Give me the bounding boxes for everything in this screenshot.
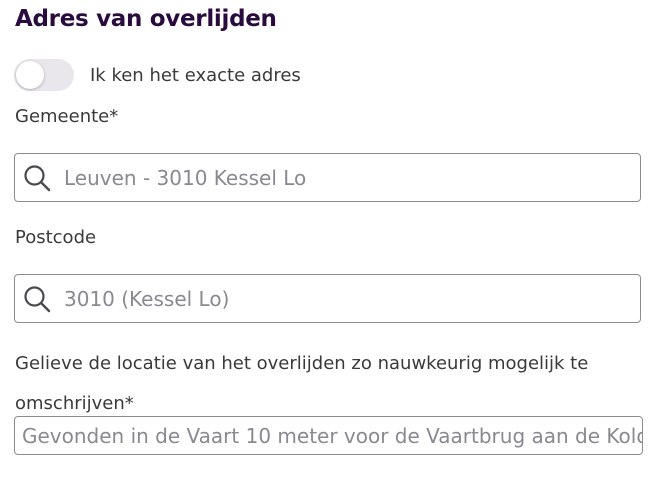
municipality-value: Leuven - 3010 Kessel Lo <box>64 165 307 190</box>
section-title: Adres van overlijden <box>15 6 277 32</box>
exact-address-toggle-label: Ik ken het exacte adres <box>90 64 301 86</box>
exact-address-toggle[interactable] <box>14 59 74 91</box>
search-icon <box>22 163 52 193</box>
exact-address-toggle-row: Ik ken het exacte adres <box>14 59 301 91</box>
location-description-field[interactable]: Gevonden in de Vaart 10 meter voor de Va… <box>14 416 643 455</box>
municipality-field[interactable]: Leuven - 3010 Kessel Lo <box>14 153 641 202</box>
postcode-value: 3010 (Kessel Lo) <box>64 286 230 311</box>
municipality-label: Gemeente* <box>15 106 119 127</box>
postcode-label: Postcode <box>15 227 97 248</box>
postcode-field[interactable]: 3010 (Kessel Lo) <box>14 274 641 323</box>
location-description-value: Gevonden in de Vaart 10 meter voor de Va… <box>22 423 643 448</box>
toggle-knob <box>16 61 44 89</box>
search-icon <box>22 284 52 314</box>
location-description-label: Gelieve de locatie van het overlijden zo… <box>15 353 589 414</box>
